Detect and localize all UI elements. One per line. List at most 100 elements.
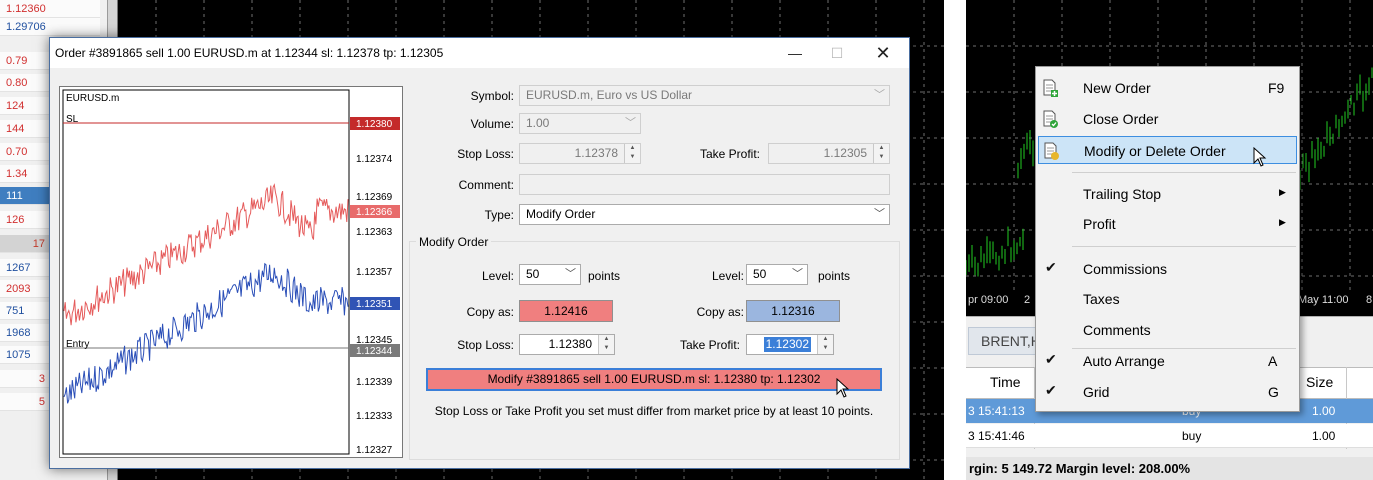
left-level-value: 50 bbox=[526, 267, 540, 281]
close-button[interactable]: ✕ bbox=[863, 42, 903, 64]
type-select[interactable]: Modify Order ﹀ bbox=[519, 204, 890, 225]
copy-buy-price-button[interactable]: 1.12316 bbox=[746, 300, 840, 322]
left-points-label: points bbox=[588, 269, 621, 283]
menu-item-commissions[interactable]: ✔ Commissions bbox=[1038, 255, 1297, 283]
menu-item-taxes[interactable]: Taxes bbox=[1038, 285, 1297, 313]
bid-price-marker-label: 1.12351 bbox=[356, 299, 393, 310]
checkmark-icon: ✔ bbox=[1045, 259, 1057, 275]
row-size: 1.00 bbox=[1312, 429, 1336, 443]
time-axis-label: pr 09:00 bbox=[968, 294, 1009, 306]
price-tick: 1.12357 bbox=[356, 267, 393, 278]
menu-item-close-order[interactable]: Close Order bbox=[1038, 105, 1297, 133]
menu-item-label: Auto Arrange bbox=[1083, 353, 1165, 369]
market-watch-row[interactable]: 1.12360 bbox=[0, 0, 100, 18]
copy-sell-price-button[interactable]: 1.12416 bbox=[519, 300, 613, 322]
menu-separator bbox=[1072, 246, 1296, 247]
modify-stop-loss-stepper[interactable]: 1.12380 ▲ ▼ bbox=[519, 334, 615, 355]
market-watch-value: 1968 bbox=[6, 327, 31, 339]
menu-item-label: Modify or Delete Order bbox=[1084, 143, 1226, 159]
spin-arrows-icon[interactable]: ▲ ▼ bbox=[598, 335, 614, 354]
menu-item-label: Taxes bbox=[1083, 291, 1120, 307]
maximize-button[interactable]: ☐ bbox=[817, 42, 857, 64]
left-copy-as-label: Copy as: bbox=[466, 305, 514, 319]
checkmark-icon: ✔ bbox=[1045, 382, 1057, 398]
menu-item-comments[interactable]: Comments bbox=[1038, 316, 1297, 344]
market-watch-value: 2093 bbox=[6, 283, 31, 295]
symbol-select[interactable]: EURUSD.m, Euro vs US Dollar ﹀ bbox=[519, 85, 890, 106]
take-profit-stepper[interactable]: 1.12305 ▲ ▼ bbox=[768, 143, 890, 164]
symbol-label: Symbol: bbox=[470, 89, 514, 103]
modify-take-profit-label: Take Profit: bbox=[679, 338, 740, 352]
dialog-title-bar[interactable]: Order #3891865 sell 1.00 EURUSD.m at 1.1… bbox=[50, 38, 909, 68]
volume-label: Volume: bbox=[470, 117, 514, 131]
menu-item-shortcut: G bbox=[1268, 384, 1279, 400]
market-watch-row[interactable]: 1.29706 bbox=[0, 18, 100, 36]
menu-item-auto-arrange[interactable]: ✔ Auto Arrange A bbox=[1038, 347, 1297, 375]
spin-arrows-icon[interactable]: ▲ ▼ bbox=[873, 144, 889, 163]
row-time: 3 15:41:46 bbox=[968, 429, 1025, 443]
take-profit-label: Take Profit: bbox=[699, 147, 760, 161]
time-axis-label: 8 bbox=[1366, 294, 1373, 306]
submenu-arrow-icon: ▶ bbox=[1279, 187, 1286, 197]
menu-item-profit[interactable]: Profit ▶ bbox=[1038, 210, 1297, 238]
left-level-select[interactable]: 50 ﹀ bbox=[519, 264, 581, 285]
menu-item-shortcut: F9 bbox=[1268, 80, 1285, 96]
volume-value: 1.00 bbox=[526, 116, 550, 130]
menu-item-label: Close Order bbox=[1083, 111, 1159, 127]
comment-label: Comment: bbox=[458, 178, 514, 192]
modify-order-icon bbox=[1044, 142, 1059, 160]
margin-summary: rgin: 5 149.72 Margin level: 208.00% bbox=[966, 457, 1373, 480]
market-watch-value: 3 bbox=[38, 373, 45, 385]
menu-item-grid[interactable]: ✔ Grid G bbox=[1038, 378, 1297, 406]
price-tick: 1.12374 bbox=[356, 154, 393, 165]
market-watch-value: 124 bbox=[6, 100, 25, 112]
modify-take-profit-stepper[interactable]: 1.12302 ▲ ▼ bbox=[746, 334, 834, 355]
modify-warning-text: Stop Loss or Take Profit you set must di… bbox=[434, 404, 874, 418]
menu-item-new-order[interactable]: New Order F9 bbox=[1038, 74, 1297, 102]
order-preview-chart-svg: EURUSD.m SL Entry 1.12374 1.12369 1.1236… bbox=[62, 89, 400, 456]
market-watch-value: 126 bbox=[6, 214, 25, 226]
price-tick: 1.12333 bbox=[356, 411, 393, 422]
menu-item-label: Grid bbox=[1083, 384, 1110, 400]
column-size[interactable]: Size bbox=[1306, 374, 1333, 390]
price-tick: 1.12339 bbox=[356, 377, 393, 388]
right-level-value: 50 bbox=[753, 267, 767, 281]
right-points-label: points bbox=[818, 269, 851, 283]
price-tick: 1.12327 bbox=[356, 445, 393, 456]
dialog-title: Order #3891865 sell 1.00 EURUSD.m at 1.1… bbox=[55, 46, 444, 60]
time-axis-label: 2 bbox=[1024, 294, 1031, 306]
right-copy-as-label: Copy as: bbox=[696, 305, 744, 319]
menu-item-label: Profit bbox=[1083, 216, 1116, 232]
chevron-down-icon: ﹀ bbox=[792, 268, 803, 280]
menu-item-label: Trailing Stop bbox=[1083, 186, 1162, 202]
market-watch-value: 111 bbox=[6, 190, 23, 202]
mouse-cursor-icon bbox=[836, 378, 850, 398]
market-watch-value: 17 bbox=[32, 238, 45, 250]
market-watch-value: 1075 bbox=[6, 349, 31, 361]
time-axis-label: May 11:00 bbox=[1298, 294, 1349, 306]
menu-item-label: Commissions bbox=[1083, 261, 1168, 277]
modify-order-button[interactable]: Modify #3891865 sell 1.00 EURUSD.m sl: 1… bbox=[426, 368, 882, 391]
column-time[interactable]: Time bbox=[990, 374, 1021, 390]
submenu-arrow-icon: ▶ bbox=[1279, 217, 1286, 227]
order-modify-dialog: Order #3891865 sell 1.00 EURUSD.m at 1.1… bbox=[49, 37, 910, 469]
volume-select[interactable]: 1.00 ﹀ bbox=[519, 113, 641, 134]
spin-arrows-icon[interactable]: ▲ ▼ bbox=[624, 144, 640, 163]
menu-separator bbox=[1072, 172, 1296, 173]
menu-item-modify-order[interactable]: Modify or Delete Order bbox=[1038, 136, 1297, 167]
market-watch-value: 1.12360 bbox=[6, 3, 46, 15]
minimize-button[interactable]: — bbox=[775, 42, 815, 64]
close-order-icon bbox=[1043, 110, 1058, 128]
take-profit-value: 1.12305 bbox=[823, 146, 867, 160]
table-row[interactable]: 3 15:41:46 buy 1.00 bbox=[966, 424, 1373, 448]
spin-arrows-icon[interactable]: ▲ ▼ bbox=[817, 335, 833, 354]
stop-loss-stepper[interactable]: 1.12378 ▲ ▼ bbox=[519, 143, 641, 164]
market-watch-value: 0.79 bbox=[6, 55, 28, 67]
menu-item-trailing-stop[interactable]: Trailing Stop ▶ bbox=[1038, 180, 1297, 208]
comment-input[interactable] bbox=[519, 174, 890, 195]
market-watch-value: 5 bbox=[38, 396, 45, 408]
stop-loss-value: 1.12378 bbox=[574, 146, 618, 160]
modify-take-profit-value: 1.12302 bbox=[763, 337, 811, 352]
right-level-select[interactable]: 50 ﹀ bbox=[746, 264, 808, 285]
price-tick: 1.12363 bbox=[356, 227, 393, 238]
